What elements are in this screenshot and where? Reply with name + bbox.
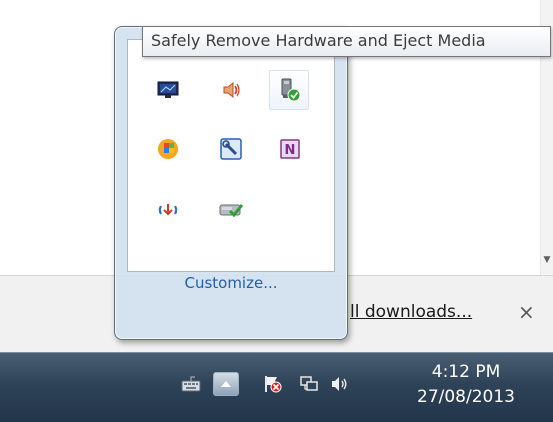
clock-time: 4:12 PM (431, 362, 501, 382)
customize-link[interactable]: Customize... (115, 274, 347, 292)
show-hidden-icons-button[interactable] (213, 372, 239, 396)
windows-update-icon[interactable] (151, 132, 185, 166)
tool-wrench-icon[interactable] (214, 132, 248, 166)
network-icon[interactable] (298, 374, 320, 394)
taskbar: 4:12 PM 27/08/2013 (0, 352, 553, 422)
close-downloads-bar-icon[interactable]: × (518, 300, 535, 324)
all-downloads-link[interactable]: ll downloads... (350, 302, 472, 322)
keyboard-icon[interactable] (180, 374, 202, 394)
notification-overflow-flyout: N Customize... (114, 26, 348, 340)
tooltip: Safely Remove Hardware and Eject Media (142, 26, 551, 57)
taskbar-clock[interactable]: 4:12 PM 27/08/2013 (407, 361, 525, 409)
action-center-flag-icon[interactable] (262, 374, 284, 394)
sync-icon[interactable] (151, 193, 185, 227)
drive-check-icon[interactable] (214, 193, 248, 227)
volume-icon[interactable] (328, 374, 350, 394)
chevron-up-icon (221, 381, 231, 387)
speaker-muted-icon[interactable] (214, 73, 248, 107)
onenote-icon[interactable]: N (273, 132, 307, 166)
notification-icons-panel: N (127, 39, 335, 272)
display-icon[interactable] (151, 73, 185, 107)
safely-remove-hardware-icon[interactable] (269, 70, 309, 110)
clock-date: 27/08/2013 (417, 387, 515, 407)
svg-text:N: N (285, 143, 296, 158)
scroll-down-arrow-icon[interactable]: ▼ (541, 244, 553, 275)
